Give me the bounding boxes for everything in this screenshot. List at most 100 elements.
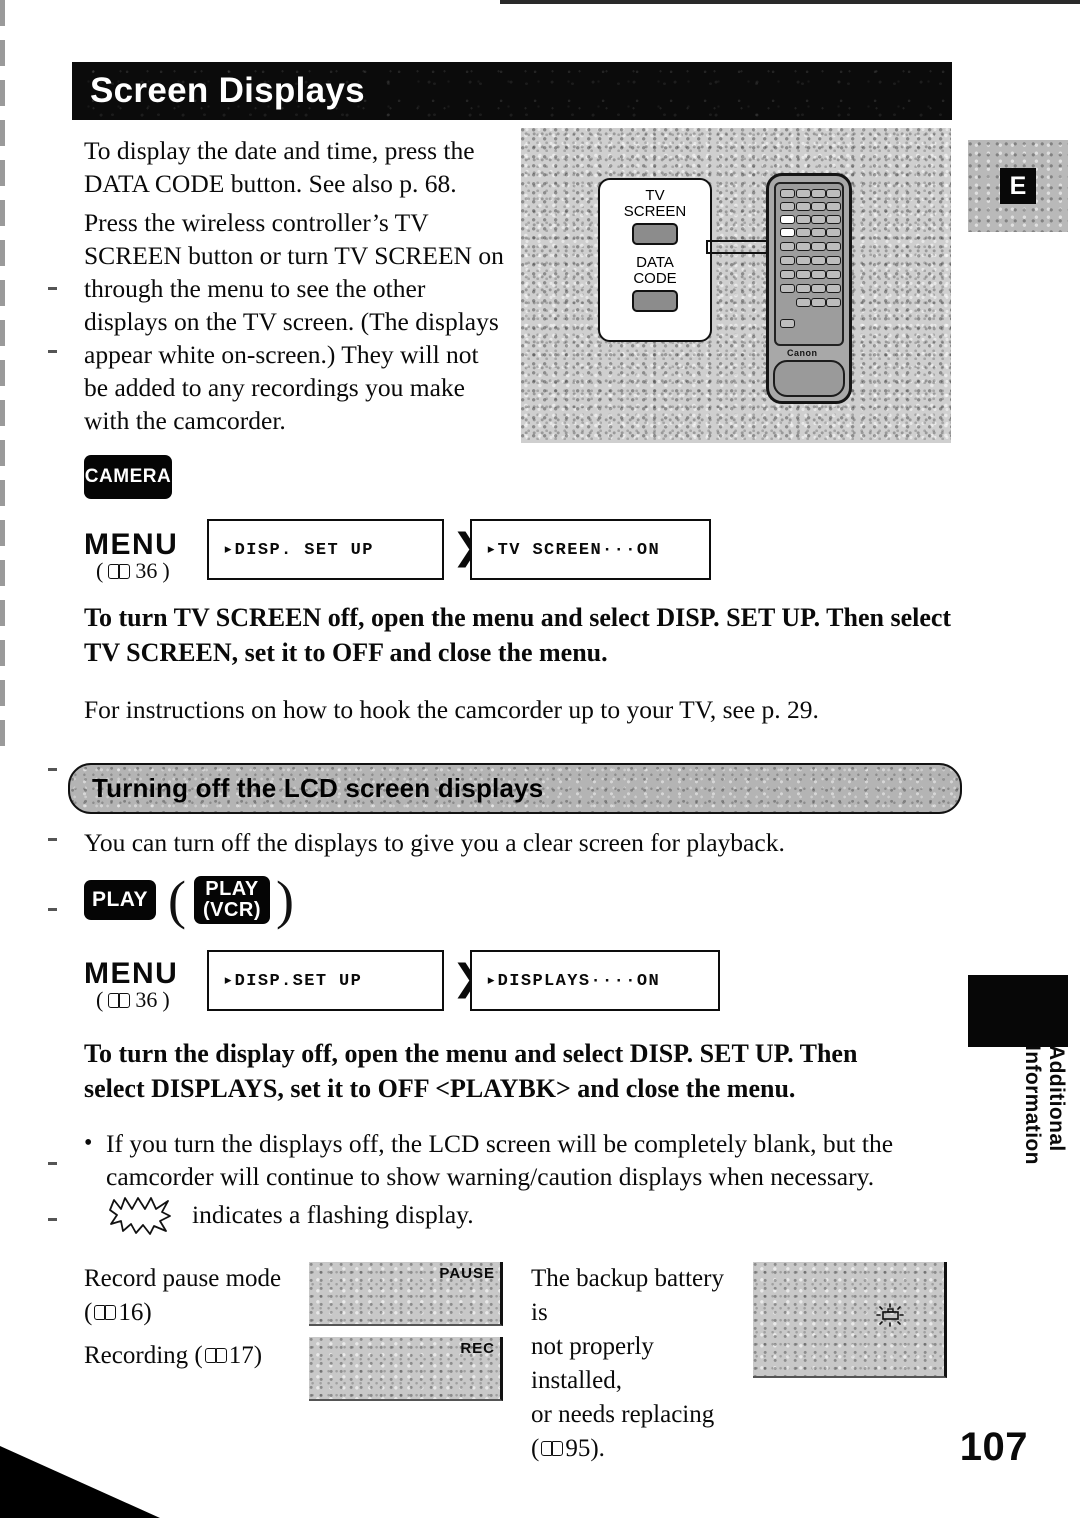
flashing-display-icon xyxy=(108,1194,174,1241)
paren-open: ( xyxy=(96,987,104,1012)
flashing-display-note: indicates a flashing display. xyxy=(192,1200,474,1229)
paren-close: ) xyxy=(162,987,170,1012)
remote-key-data-code xyxy=(780,228,795,237)
mode-badge-camera: CAMERA xyxy=(84,455,172,499)
scan-speck xyxy=(48,838,57,841)
remote-key xyxy=(811,242,826,251)
remote-key xyxy=(780,256,795,265)
section-banner-lcd-displays: Turning off the LCD screen displays xyxy=(68,763,962,814)
menu-step-box-2: ▸TV SCREEN···ON xyxy=(470,519,711,580)
example-screen-pause: PAUSE xyxy=(309,1262,503,1326)
remote-key xyxy=(826,256,841,265)
remote-key xyxy=(811,284,826,293)
scan-edge-artifact-top xyxy=(500,0,1080,4)
section-tab-marker xyxy=(968,975,1068,1047)
book-icon xyxy=(94,1304,117,1320)
menu-page-number: 36 xyxy=(135,987,158,1012)
example-caption-recording: Recording ( 17) xyxy=(84,1339,304,1373)
remote-key xyxy=(826,228,841,237)
paren-close-play-vcr: ) xyxy=(276,870,294,930)
remote-key xyxy=(826,189,841,198)
data-code-button-label: DATA CODE xyxy=(633,254,677,287)
tv-screen-button-label: TV SCREEN xyxy=(623,187,687,220)
example-page-ref: 16 xyxy=(118,1299,144,1326)
lcd-texture xyxy=(753,1262,944,1376)
scan-speck xyxy=(48,1162,57,1165)
example-caption-line1: The backup battery is xyxy=(531,1265,724,1326)
tv-screen-button-icon xyxy=(632,223,678,245)
book-icon xyxy=(108,563,131,579)
remote-key xyxy=(796,256,811,265)
menu-label-camera: MENU xyxy=(84,528,179,561)
remote-key-tv-screen xyxy=(780,215,795,224)
remote-key xyxy=(811,256,826,265)
remote-key xyxy=(811,202,826,211)
page-number: 107 xyxy=(959,1425,1028,1469)
remote-key xyxy=(826,270,841,279)
note-hookup-tv: For instructions on how to hook the camc… xyxy=(84,695,819,724)
menu-page-ref-camera: ( 36 ) xyxy=(96,558,170,584)
scan-speck xyxy=(48,287,57,290)
menu-label-play: MENU xyxy=(84,957,179,990)
scan-corner-wedge xyxy=(0,1446,160,1518)
example-screen-rec: REC xyxy=(309,1337,503,1401)
remote-key xyxy=(826,284,841,293)
example-page-ref: 17 xyxy=(228,1342,254,1369)
manual-page: Screen Displays To display the date and … xyxy=(0,0,1080,1518)
mode-badge-play-vcr-line2: (VCR) xyxy=(202,899,262,921)
paren-open: ( xyxy=(531,1435,540,1462)
menu-page-ref-play: ( 36 ) xyxy=(96,987,170,1013)
callout-leader-line-vertical xyxy=(706,240,708,254)
menu-step-text-3: ▸DISP.SET UP xyxy=(223,972,363,991)
book-icon xyxy=(204,1347,227,1363)
example-screen-backup-battery xyxy=(753,1262,947,1378)
remote-key xyxy=(796,228,811,237)
remote-key xyxy=(796,284,811,293)
intro-paragraph-1: To display the date and time, press the … xyxy=(84,136,475,198)
page-title: Screen Displays xyxy=(90,71,365,110)
instruction-displays-off: To turn the display off, open the menu a… xyxy=(84,1039,858,1103)
illustration-texture xyxy=(521,128,951,443)
remote-key xyxy=(811,298,826,307)
remote-key xyxy=(811,189,826,198)
remote-control-illustration: TV SCREEN DATA CODE Canon xyxy=(521,128,951,443)
remote-key xyxy=(796,270,811,279)
paren-close: ). xyxy=(590,1435,605,1462)
mode-badge-play-vcr: PLAY (VCR) xyxy=(194,876,270,924)
remote-key xyxy=(811,215,826,224)
menu-page-number: 36 xyxy=(135,558,158,583)
lcd-status-label-rec: REC xyxy=(460,1340,495,1357)
scan-speck xyxy=(48,1218,57,1221)
remote-key xyxy=(796,202,811,211)
paren-close: ) xyxy=(253,1342,263,1369)
bullet-text: If you turn the displays off, the LCD sc… xyxy=(106,1129,894,1191)
bullet-item-blank-screen: • If you turn the displays off, the LCD … xyxy=(84,1127,966,1193)
paren-close: ) xyxy=(143,1299,152,1326)
remote-key xyxy=(780,284,795,293)
bullet-marker: • xyxy=(84,1130,93,1156)
menu-step-text-2: ▸TV SCREEN···ON xyxy=(486,541,661,560)
example-caption-line2: not properly installed, xyxy=(531,1333,654,1394)
remote-key xyxy=(826,298,841,307)
remote-key xyxy=(796,189,811,198)
intro-paragraph-2: Press the wireless controller’s TV SCREE… xyxy=(84,208,504,435)
remote-key xyxy=(826,215,841,224)
example-caption-line1: Recording ( xyxy=(84,1342,203,1369)
subsection-title: Turning off the LCD screen displays xyxy=(92,773,544,803)
data-code-button-icon xyxy=(632,290,678,312)
remote-key xyxy=(780,270,795,279)
paren-close: ) xyxy=(162,558,170,583)
remote-key xyxy=(796,215,811,224)
language-marker-plate: E xyxy=(968,140,1068,232)
flashing-battery-icon xyxy=(876,1303,904,1327)
scan-speck xyxy=(48,768,57,771)
section-banner-screen-displays: Screen Displays xyxy=(72,62,952,120)
menu-step-box-1: ▸DISP. SET UP xyxy=(207,519,444,580)
book-icon xyxy=(541,1440,564,1456)
section-tab-label: Additional Information xyxy=(1021,1045,1068,1165)
paren-open: ( xyxy=(96,558,104,583)
wireless-controller-body: Canon xyxy=(766,173,852,404)
scan-edge-artifact-left xyxy=(0,0,5,760)
mode-badge-play: PLAY xyxy=(84,880,156,920)
language-marker: E xyxy=(1000,168,1036,204)
